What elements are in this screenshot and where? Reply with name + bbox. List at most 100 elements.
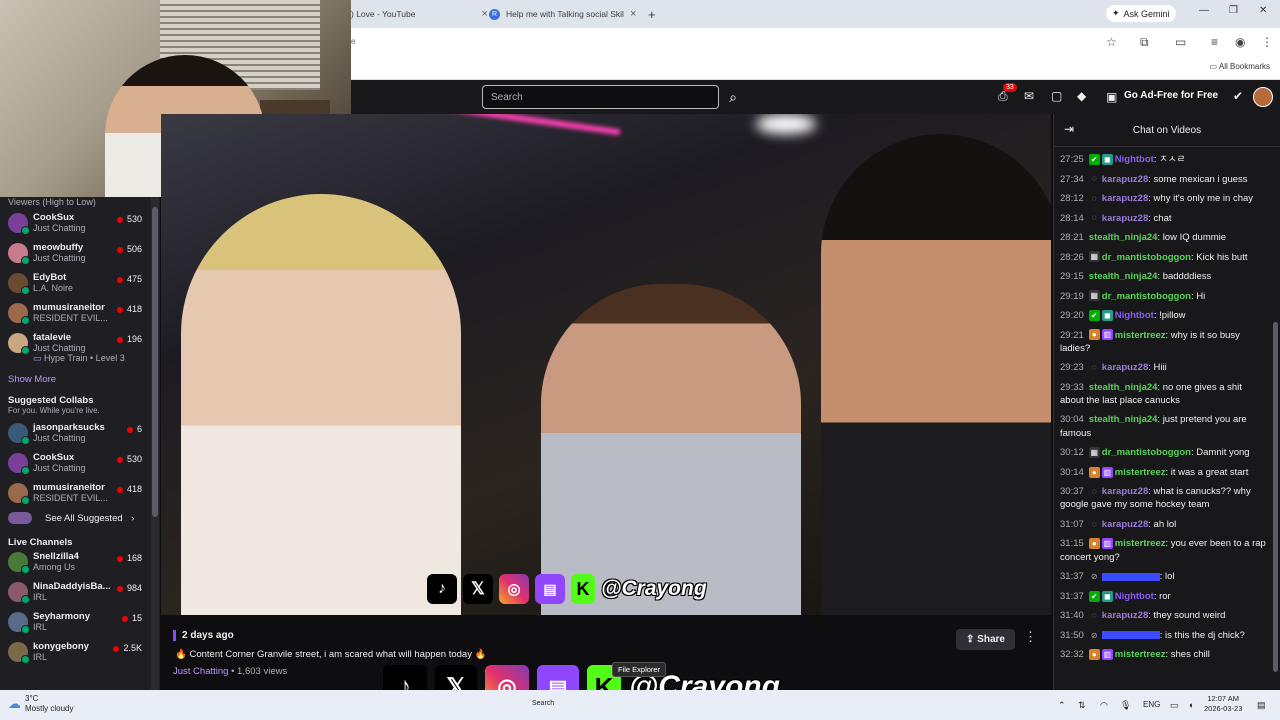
- message-timestamp[interactable]: 28:26: [1060, 252, 1084, 263]
- moderator-badge-icon[interactable]: ✔: [1088, 309, 1100, 321]
- show-hidden-icons-icon[interactable]: ⌃: [1058, 700, 1066, 711]
- vip-badge-icon[interactable]: ◼: [1101, 590, 1113, 602]
- chat-username[interactable]: karapuz28: [1102, 486, 1148, 497]
- message-timestamp[interactable]: 30:04: [1060, 414, 1084, 425]
- go-ad-free-button[interactable]: Go Ad-Free for Free: [1124, 90, 1218, 101]
- chat-username[interactable]: karapuz28: [1102, 174, 1148, 185]
- reading-list-icon[interactable]: ≡: [1211, 35, 1218, 49]
- suggested-channel-item[interactable]: mumusiraneitor RESIDENT EVIL... 418: [0, 479, 160, 509]
- moon-badge-icon[interactable]: ◌: [1088, 192, 1100, 204]
- moon-badge-icon[interactable]: ◌: [1088, 486, 1100, 498]
- maximize-icon[interactable]: ❐: [1229, 5, 1238, 16]
- vip-badge-icon[interactable]: ◼: [1101, 153, 1113, 165]
- browser-menu-icon[interactable]: ⋮: [1261, 35, 1273, 49]
- close-window-icon[interactable]: ✕: [1259, 5, 1267, 16]
- basketball-badge-icon[interactable]: ●: [1088, 329, 1100, 341]
- extensions-icon[interactable]: ⧉: [1140, 35, 1149, 50]
- chat-username[interactable]: stealth_ninja24: [1089, 414, 1158, 425]
- no-badge-icon[interactable]: ⊘: [1088, 629, 1100, 641]
- network-icon[interactable]: ⇅: [1078, 700, 1086, 711]
- moon-badge-icon[interactable]: ◌: [1088, 212, 1100, 224]
- message-timestamp[interactable]: 30:37: [1060, 486, 1084, 497]
- message-timestamp[interactable]: 28:21: [1060, 232, 1084, 243]
- message-timestamp[interactable]: 30:14: [1060, 467, 1084, 478]
- live-channel-item[interactable]: Seyharmony IRL 15: [0, 608, 160, 638]
- category-link[interactable]: Just Chatting: [173, 666, 228, 677]
- video-player[interactable]: ♪ 𝕏 ◎ ▤ K @Crayong: [161, 114, 1051, 615]
- vip-badge-icon[interactable]: ◼: [1101, 309, 1113, 321]
- message-timestamp[interactable]: 28:12: [1060, 193, 1084, 204]
- message-timestamp[interactable]: 27:34: [1060, 174, 1084, 185]
- bot-badge-icon[interactable]: ▦: [1088, 251, 1100, 263]
- chat-username[interactable]: Nightbot: [1115, 591, 1154, 602]
- gift-badge-icon[interactable]: ▥: [1101, 329, 1113, 341]
- sidebar-scroll-thumb[interactable]: [152, 207, 158, 517]
- chat-username[interactable]: Nightbot: [1115, 154, 1154, 165]
- chat-username[interactable]: stealth_ninja24: [1089, 382, 1158, 393]
- wifi-icon[interactable]: ◠: [1100, 700, 1108, 711]
- message-timestamp[interactable]: 29:19: [1060, 291, 1084, 302]
- message-timestamp[interactable]: 29:33: [1060, 382, 1084, 393]
- chat-username[interactable]: stealth_ninja24: [1089, 232, 1158, 243]
- close-tab-icon[interactable]: ×: [481, 8, 487, 20]
- all-bookmarks-button[interactable]: ▭ All Bookmarks: [1210, 62, 1270, 71]
- no-badge-icon[interactable]: ⊘: [1088, 571, 1100, 582]
- live-channel-item[interactable]: konygebony IRL 2.5K: [0, 638, 160, 668]
- suggested-channel-item[interactable]: CookSux Just Chatting 530: [0, 449, 160, 479]
- microphone-icon[interactable]: 🎙: [1120, 700, 1131, 711]
- chat-username[interactable]: Nightbot: [1115, 310, 1154, 321]
- whispers-icon[interactable]: ✉: [1024, 89, 1034, 103]
- cast-icon[interactable]: ▭: [1175, 35, 1186, 49]
- notification-center-icon[interactable]: ▤: [1257, 700, 1266, 711]
- followed-channel-item[interactable]: mumusiraneitor RESIDENT EVIL... 418: [0, 299, 160, 329]
- search-input[interactable]: Search: [482, 85, 719, 109]
- system-clock[interactable]: 12:07 AM 2026-03-23: [1204, 694, 1242, 714]
- live-channel-item[interactable]: NinaDaddyisBa... IRL 984: [0, 578, 160, 608]
- followed-channel-item[interactable]: meowbuffy Just Chatting 506: [0, 239, 160, 269]
- message-timestamp[interactable]: 31:07: [1060, 519, 1084, 530]
- message-timestamp[interactable]: 29:21: [1060, 330, 1084, 341]
- moderator-badge-icon[interactable]: ✔: [1088, 590, 1100, 602]
- turbo-icon[interactable]: ✔: [1233, 89, 1243, 103]
- bot-badge-icon[interactable]: ▦: [1088, 447, 1100, 459]
- bot-badge-icon[interactable]: ▦: [1088, 290, 1100, 302]
- chat-username[interactable]: karapuz28: [1102, 519, 1148, 530]
- chat-username[interactable]: stealth_ninja24: [1089, 271, 1158, 282]
- chat-username[interactable]: karapuz28: [1102, 362, 1148, 373]
- user-avatar[interactable]: [1253, 87, 1273, 107]
- gift-badge-icon[interactable]: ▥: [1101, 649, 1113, 660]
- moon-badge-icon[interactable]: ◌: [1088, 518, 1100, 530]
- bits-icon[interactable]: ◆: [1077, 89, 1086, 103]
- volume-icon[interactable]: ◖: [1188, 700, 1193, 710]
- minimize-icon[interactable]: —: [1199, 5, 1209, 16]
- message-timestamp[interactable]: 31:37: [1060, 591, 1084, 602]
- share-button[interactable]: ⇪ Share: [956, 629, 1015, 650]
- gift-badge-icon[interactable]: ▥: [1101, 538, 1113, 550]
- chat-username[interactable]: mistertreez: [1115, 649, 1166, 660]
- sidebar-scrollbar[interactable]: [151, 197, 159, 690]
- message-timestamp[interactable]: 27:25: [1060, 154, 1084, 165]
- chat-username[interactable]: karapuz28: [1102, 193, 1148, 204]
- moon-badge-icon[interactable]: ◌: [1088, 610, 1100, 621]
- chat-username[interactable]: [1101, 571, 1160, 582]
- message-timestamp[interactable]: 30:12: [1060, 447, 1084, 458]
- search-icon[interactable]: ⌕: [721, 85, 745, 109]
- address-bar-text[interactable]: e: [351, 37, 355, 46]
- message-timestamp[interactable]: 29:15: [1060, 271, 1084, 282]
- bookmark-star-icon[interactable]: ☆: [1106, 35, 1117, 49]
- new-tab-button[interactable]: +: [648, 4, 656, 24]
- message-timestamp[interactable]: 31:15: [1060, 538, 1084, 549]
- basketball-badge-icon[interactable]: ●: [1088, 538, 1100, 550]
- message-timestamp[interactable]: 32:32: [1060, 649, 1084, 660]
- basketball-badge-icon[interactable]: ●: [1088, 466, 1100, 478]
- taskbar-search[interactable]: Search: [532, 700, 554, 707]
- message-timestamp[interactable]: 29:20: [1060, 310, 1084, 321]
- browser-tab-talking-skills[interactable]: R Help me with Talking social Skil ×: [489, 4, 636, 24]
- chat-scroll-thumb[interactable]: [1273, 322, 1278, 672]
- see-all-suggested-button[interactable]: See All Suggested ›: [0, 509, 160, 531]
- close-tab-icon[interactable]: ×: [630, 8, 636, 20]
- browser-tab-youtube[interactable]: ) Love - YouTube ×: [351, 4, 488, 24]
- message-timestamp[interactable]: 31:40: [1060, 610, 1084, 621]
- followed-channel-item[interactable]: CookSux Just Chatting 530: [0, 209, 160, 239]
- chat-username[interactable]: [1101, 630, 1160, 641]
